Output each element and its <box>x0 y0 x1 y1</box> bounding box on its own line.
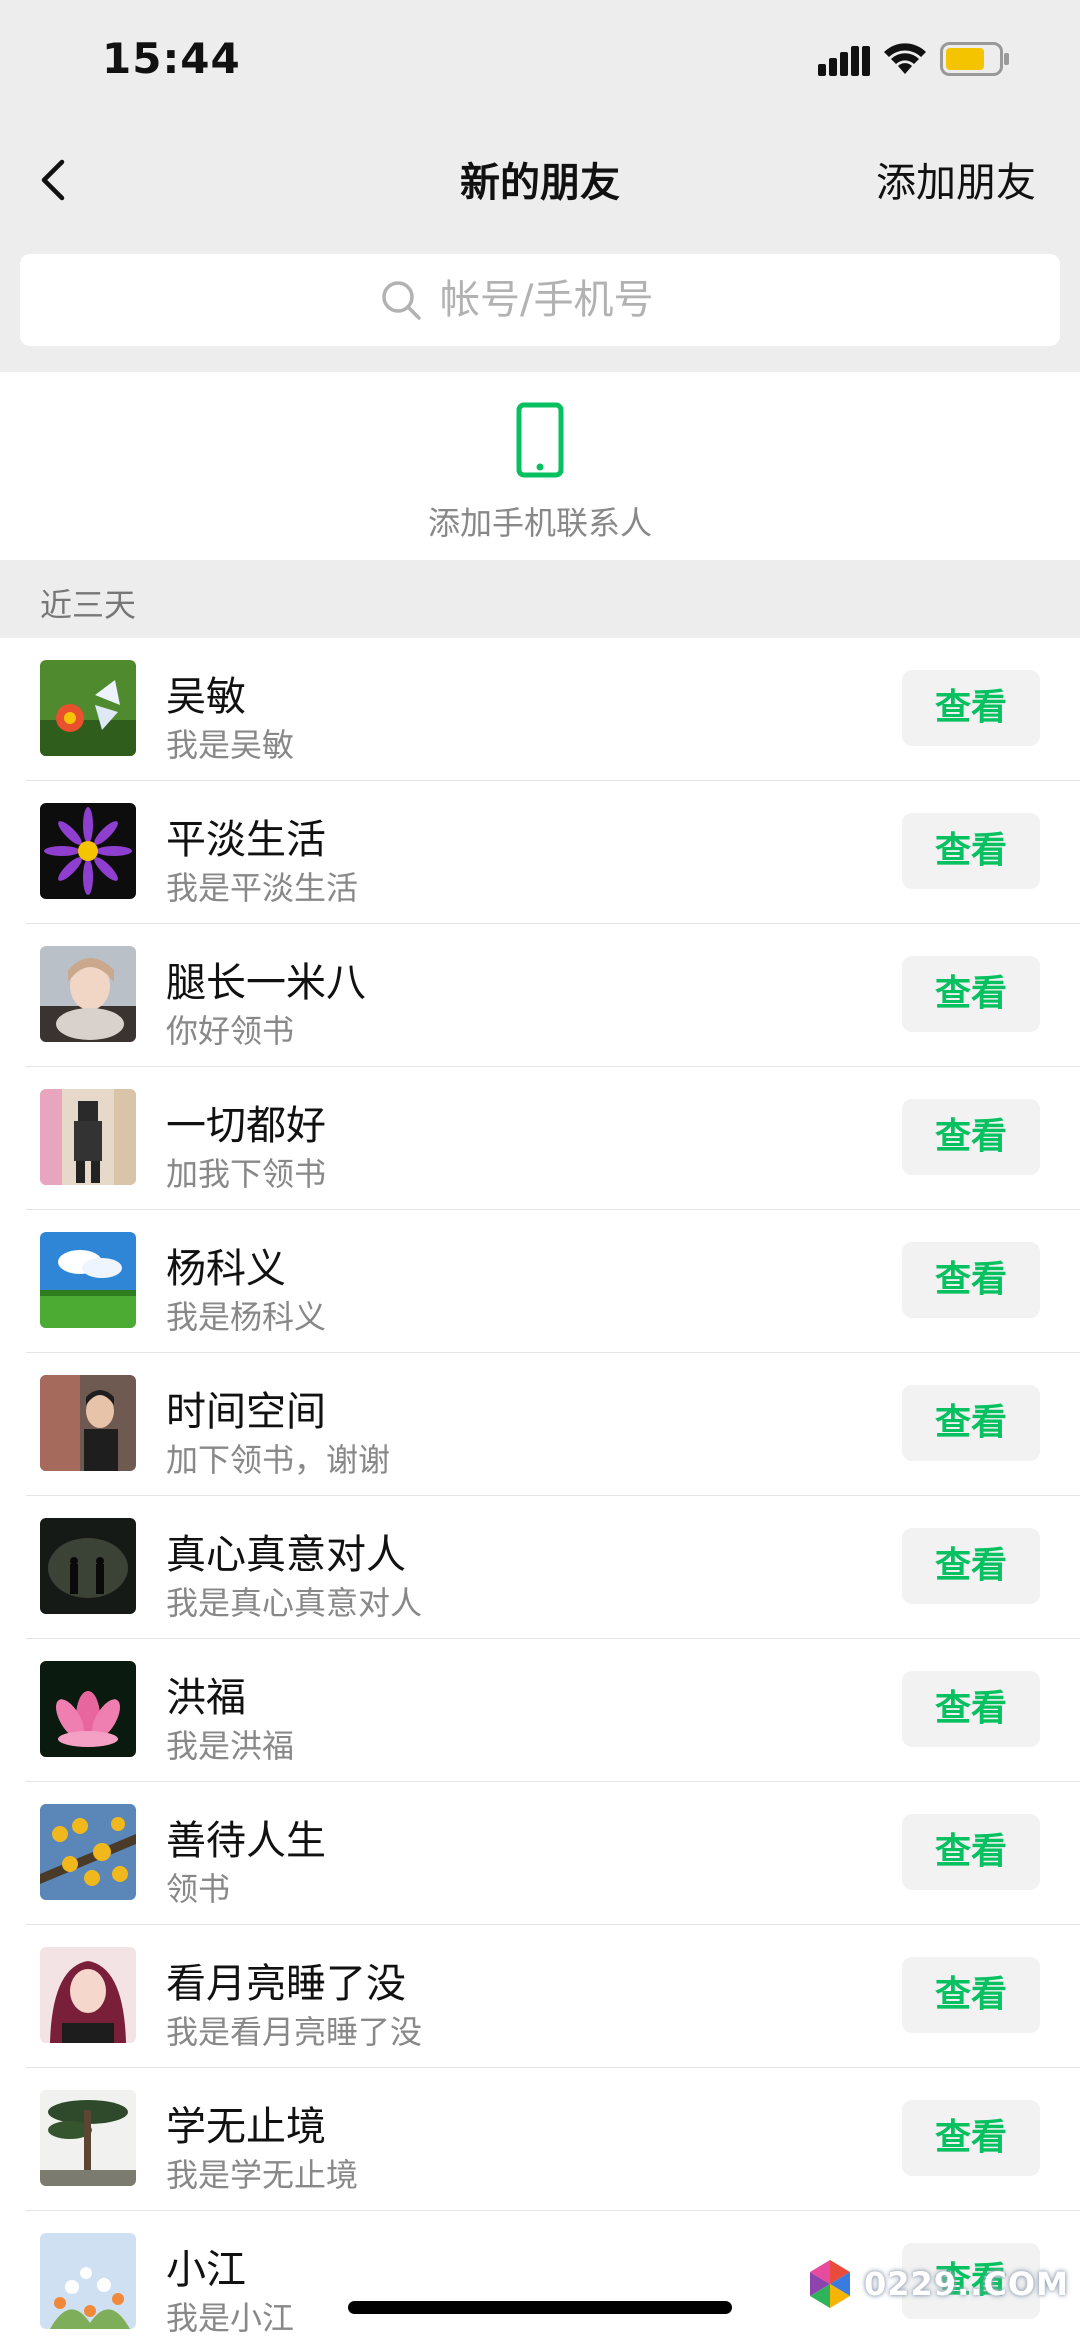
section-header: 近三天 <box>0 562 1080 638</box>
friend-message: 我是平淡生活 <box>166 869 359 907</box>
status-bar: 15:44 <box>0 0 1080 120</box>
view-button[interactable]: 查看 <box>902 1242 1040 1318</box>
watermark: 0229..COM <box>802 2254 1069 2314</box>
avatar <box>40 2233 136 2329</box>
search-icon <box>382 281 421 320</box>
list-item[interactable]: 平淡生活 我是平淡生活 查看 <box>0 781 1080 924</box>
watermark-text: 0229..COM <box>864 2265 1069 2303</box>
friend-message: 我是杨科义 <box>166 1298 327 1336</box>
avatar <box>40 803 136 899</box>
add-phone-contacts-label: 添加手机联系人 <box>427 504 652 542</box>
view-button[interactable]: 查看 <box>902 2100 1040 2176</box>
status-time: 15:44 <box>102 34 241 83</box>
friend-message: 我是看月亮睡了没 <box>166 2013 423 2051</box>
view-button[interactable]: 查看 <box>902 1385 1040 1461</box>
friend-message: 领书 <box>166 1870 231 1908</box>
avatar <box>40 1232 136 1328</box>
friend-name: 平淡生活 <box>166 817 326 863</box>
friend-message: 你好领书 <box>166 1012 295 1050</box>
section-title: 近三天 <box>40 586 137 624</box>
friend-message: 我是小江 <box>166 2299 295 2337</box>
mobile-phone-icon <box>516 402 564 478</box>
list-item[interactable]: 善待人生 领书 查看 <box>0 1782 1080 1925</box>
friend-name: 腿长一米八 <box>166 960 366 1006</box>
avatar <box>40 1518 136 1614</box>
list-item[interactable]: 洪福 我是洪福 查看 <box>0 1639 1080 1782</box>
friend-name: 善待人生 <box>166 1818 326 1864</box>
friend-name: 学无止境 <box>166 2104 326 2150</box>
friend-name: 吴敏 <box>166 674 246 720</box>
search-input[interactable] <box>440 277 700 323</box>
add-phone-contacts[interactable]: 添加手机联系人 <box>0 372 1080 560</box>
avatar <box>40 1375 136 1471</box>
friend-message: 加下领书，谢谢 <box>166 1441 391 1479</box>
friend-request-list: 吴敏 我是吴敏 查看 平淡生活 我是平淡生活 查看 腿长一米八 你好领书 查看 … <box>0 638 1080 2337</box>
friend-name: 杨科义 <box>166 1246 286 1292</box>
avatar <box>40 1947 136 2043</box>
list-item[interactable]: 杨科义 我是杨科义 查看 <box>0 1210 1080 1353</box>
friend-name: 看月亮睡了没 <box>166 1961 406 2007</box>
watermark-logo-icon <box>810 2260 850 2308</box>
list-item[interactable]: 时间空间 加下领书，谢谢 查看 <box>0 1353 1080 1496</box>
avatar <box>40 660 136 756</box>
wifi-icon <box>884 43 926 74</box>
avatar <box>40 1804 136 1900</box>
friend-message: 我是吴敏 <box>166 726 295 764</box>
friend-name: 洪福 <box>166 1675 246 1721</box>
view-button[interactable]: 查看 <box>902 1957 1040 2033</box>
friend-message: 我是洪福 <box>166 1727 295 1765</box>
friend-message: 加我下领书 <box>166 1155 327 1193</box>
list-item[interactable]: 学无止境 我是学无止境 查看 <box>0 2068 1080 2211</box>
avatar <box>40 1089 136 1185</box>
friend-name: 时间空间 <box>166 1389 326 1435</box>
list-item[interactable]: 真心真意对人 我是真心真意对人 查看 <box>0 1496 1080 1639</box>
friend-message: 我是学无止境 <box>166 2156 359 2194</box>
friend-name: 真心真意对人 <box>166 1532 406 1578</box>
nav-bar: 新的朋友 添加朋友 <box>0 120 1080 250</box>
friend-name: 小江 <box>166 2247 246 2293</box>
view-button[interactable]: 查看 <box>902 670 1040 746</box>
friend-name: 一切都好 <box>166 1103 326 1149</box>
avatar <box>40 946 136 1042</box>
avatar <box>40 2090 136 2186</box>
list-item[interactable]: 腿长一米八 你好领书 查看 <box>0 924 1080 1067</box>
search-bar[interactable] <box>20 254 1060 346</box>
battery-icon <box>940 42 1009 76</box>
home-indicator[interactable] <box>348 2301 732 2314</box>
view-button[interactable]: 查看 <box>902 1528 1040 1604</box>
view-button[interactable]: 查看 <box>902 956 1040 1032</box>
add-friend-button[interactable]: 添加朋友 <box>876 150 1036 208</box>
list-item[interactable]: 一切都好 加我下领书 查看 <box>0 1067 1080 1210</box>
view-button[interactable]: 查看 <box>902 1814 1040 1890</box>
cellular-signal-icon <box>818 46 870 76</box>
view-button[interactable]: 查看 <box>902 1671 1040 1747</box>
list-item[interactable]: 看月亮睡了没 我是看月亮睡了没 查看 <box>0 1925 1080 2068</box>
list-item[interactable]: 吴敏 我是吴敏 查看 <box>0 638 1080 781</box>
friend-message: 我是真心真意对人 <box>166 1584 423 1622</box>
avatar <box>40 1661 136 1757</box>
view-button[interactable]: 查看 <box>902 813 1040 889</box>
view-button[interactable]: 查看 <box>902 1099 1040 1175</box>
